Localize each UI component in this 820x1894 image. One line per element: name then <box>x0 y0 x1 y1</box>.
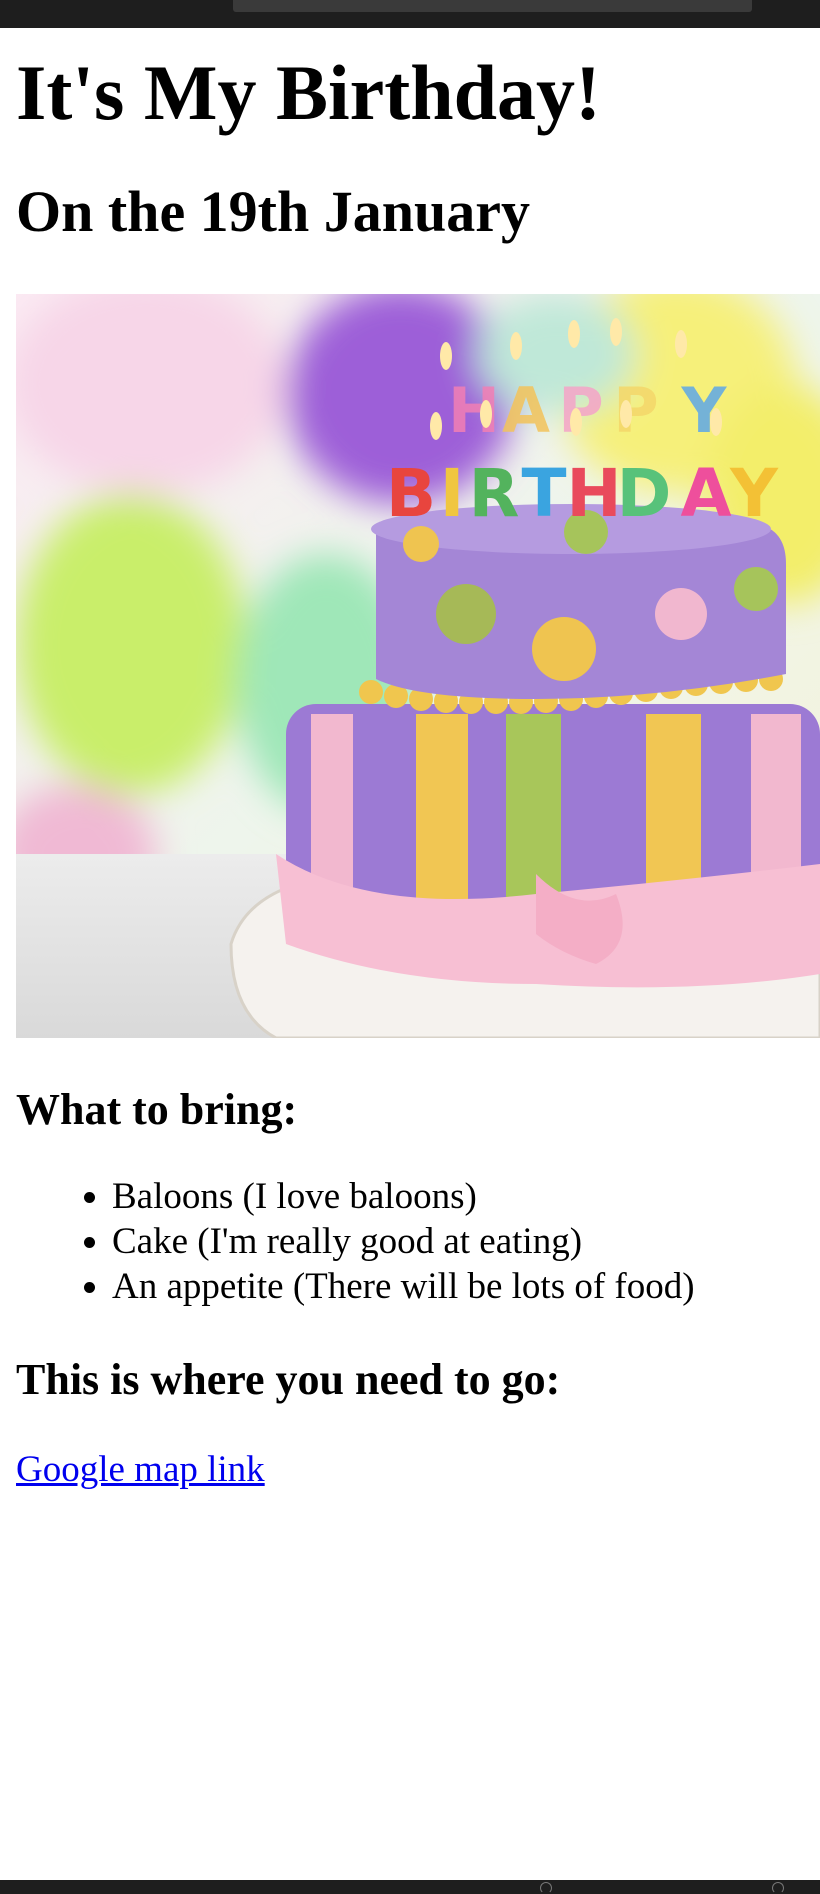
browser-top-bar <box>0 0 820 28</box>
svg-text:H: H <box>448 374 500 447</box>
where-to-go-heading: This is where you need to go: <box>16 1354 561 1404</box>
page-content: It's My Birthday! On the 19th January H … <box>16 28 820 1491</box>
google-map-link[interactable]: Google map link <box>16 1450 265 1491</box>
svg-text:D: D <box>617 455 672 532</box>
what-to-bring-heading: What to bring: <box>16 1084 298 1134</box>
birthday-cake-image: H A P P Y B I R T H D A Y <box>16 293 820 1038</box>
bring-list: Baloons (I love baloons) Cake (I'm reall… <box>16 1174 820 1309</box>
svg-text:B: B <box>386 455 436 532</box>
svg-text:H: H <box>566 455 621 532</box>
svg-text:T: T <box>521 455 566 532</box>
svg-text:A: A <box>680 455 731 532</box>
list-item: Cake (I'm really good at eating) <box>112 1219 820 1264</box>
page-title: It's My Birthday! <box>16 49 601 136</box>
svg-text:P: P <box>558 374 603 447</box>
list-item: Baloons (I love baloons) <box>112 1174 820 1219</box>
status-icon <box>772 1882 784 1894</box>
svg-text:P: P <box>613 374 658 447</box>
svg-text:R: R <box>469 455 520 532</box>
list-item: An appetite (There will be lots of food) <box>112 1264 820 1309</box>
svg-text:A: A <box>502 374 550 447</box>
svg-text:Y: Y <box>729 455 779 532</box>
svg-text:Y: Y <box>681 374 728 447</box>
browser-bottom-bar <box>0 1880 820 1894</box>
date-heading: On the 19th January <box>16 178 531 244</box>
status-icon <box>540 1882 552 1894</box>
address-bar[interactable] <box>233 0 752 12</box>
svg-text:I: I <box>440 455 465 532</box>
